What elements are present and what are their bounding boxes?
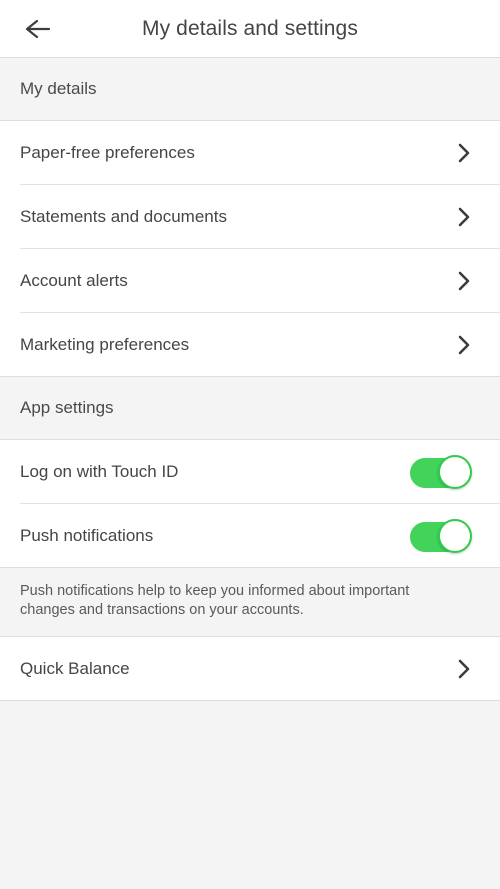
row-label: Statements and documents — [20, 206, 227, 226]
row-account-alerts[interactable]: Account alerts — [0, 249, 500, 313]
row-quick-balance[interactable]: Quick Balance — [0, 637, 500, 701]
list-my-details: Paper-free preferences Statements and do… — [0, 121, 500, 377]
row-label: Quick Balance — [20, 658, 130, 678]
arrow-left-icon — [24, 17, 52, 41]
list-quick-balance: Quick Balance — [0, 637, 500, 701]
row-label: Marketing preferences — [20, 334, 190, 354]
row-statements-and-documents[interactable]: Statements and documents — [0, 185, 500, 249]
empty-area — [0, 701, 500, 889]
section-header-app-settings: App settings — [0, 377, 500, 440]
row-label: Push notifications — [20, 525, 154, 545]
row-label: Account alerts — [20, 270, 128, 290]
toggle-push-notifications[interactable] — [410, 519, 472, 553]
toggle-knob — [438, 455, 472, 489]
back-button[interactable] — [16, 7, 60, 51]
chevron-right-icon — [456, 334, 472, 356]
settings-screen: My details and settings My details Paper… — [0, 0, 500, 889]
toggle-knob — [438, 519, 472, 553]
toggle-log-on-with-touch-id[interactable] — [410, 455, 472, 489]
note-text: Push notifications help to keep you info… — [20, 583, 410, 618]
chevron-right-icon — [456, 206, 472, 228]
section-header-my-details: My details — [0, 58, 500, 121]
list-app-settings: Log on with Touch ID Push notifications — [0, 440, 500, 568]
page-title: My details and settings — [142, 16, 358, 40]
row-log-on-with-touch-id: Log on with Touch ID — [0, 440, 500, 504]
push-notifications-note: Push notifications help to keep you info… — [0, 568, 500, 637]
row-paper-free-preferences[interactable]: Paper-free preferences — [0, 121, 500, 185]
row-push-notifications: Push notifications — [0, 504, 500, 568]
app-header: My details and settings — [0, 0, 500, 58]
row-label: Log on with Touch ID — [20, 461, 179, 481]
row-marketing-preferences[interactable]: Marketing preferences — [0, 313, 500, 377]
chevron-right-icon — [456, 658, 472, 680]
chevron-right-icon — [456, 142, 472, 164]
row-label: Paper-free preferences — [20, 142, 195, 162]
chevron-right-icon — [456, 270, 472, 292]
